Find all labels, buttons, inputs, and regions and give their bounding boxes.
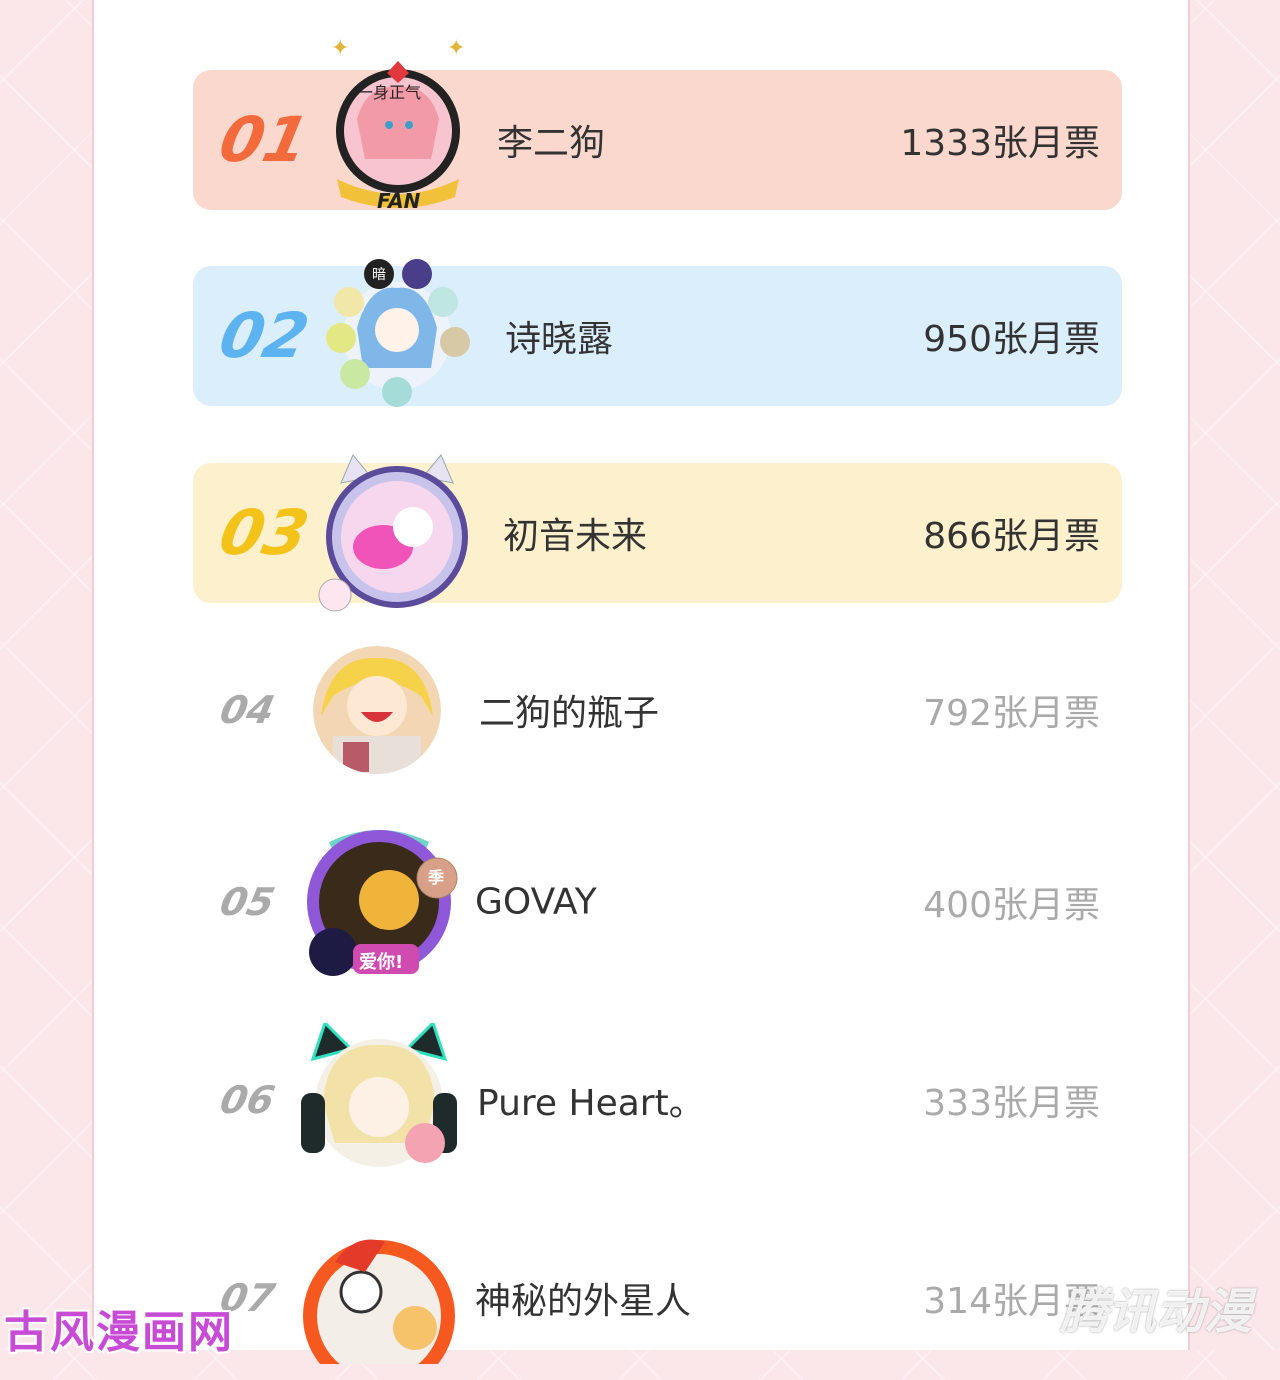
rank-number: 05	[216, 880, 279, 924]
ranking-row-1[interactable]: 01 一身正气 FAN ✦ ✦ 李二狗 1333张月票	[193, 36, 1122, 213]
user-name[interactable]: 李二狗	[497, 114, 605, 166]
user-name[interactable]: 二狗的瓶子	[479, 684, 659, 736]
rank-number: 01	[213, 103, 316, 176]
avatar-badge-text: 暗	[372, 267, 386, 283]
user-avatar[interactable]	[313, 646, 441, 774]
sparkle-icon: ✦	[331, 36, 350, 61]
vote-count: 866张月票	[923, 516, 1100, 557]
vote-count: 333张月票	[923, 1083, 1100, 1124]
rank-number: 02	[213, 299, 316, 372]
headphone-cat-avatar-icon	[301, 1020, 457, 1167]
vote-count: 792张月票	[923, 693, 1100, 734]
user-name[interactable]: GOVAY	[475, 882, 597, 923]
ranking-row-3[interactable]: 03 初音未来 866张月票	[193, 454, 1122, 612]
user-name[interactable]: 诗晓露	[505, 310, 613, 362]
cat-ear-frame-avatar-icon	[318, 454, 468, 612]
ranking-row-4[interactable]: 04 二狗的瓶子 792张月票	[193, 630, 1122, 790]
vote-count: 1333张月票	[900, 123, 1100, 164]
user-avatar[interactable]	[317, 453, 477, 613]
user-avatar[interactable]	[295, 1216, 463, 1380]
rank-number: 06	[216, 1078, 279, 1122]
user-name[interactable]: Pure Heart。	[477, 1074, 705, 1126]
user-avatar[interactable]: 暗	[319, 258, 475, 414]
coin-ring-avatar-icon	[326, 259, 470, 407]
site-watermark-right: 腾讯动漫	[1060, 1284, 1253, 1340]
sparkle-icon: ✦	[447, 36, 466, 61]
ranking-row-7[interactable]: 07 神秘的外星人 314张月票	[193, 1216, 1122, 1380]
fan-label: FAN	[377, 189, 421, 213]
ranking-row-2[interactable]: 02 暗 诗晓露 950张月票	[193, 259, 1122, 407]
avatar-badge-text: 一身正气	[357, 83, 422, 102]
user-name[interactable]: 神秘的外星人	[475, 1272, 691, 1324]
ranking-row-6[interactable]: 06 Pure Heart。 333张月票	[193, 1020, 1122, 1180]
medal-badge-text: 季	[428, 868, 445, 887]
user-avatar[interactable]: 一身正气 FAN	[327, 61, 469, 213]
rank-number: 03	[213, 496, 316, 569]
love-label: 爱你!	[359, 952, 404, 973]
sailor-girl-avatar-icon	[313, 646, 441, 774]
vote-count: 400张月票	[923, 885, 1100, 926]
site-watermark-left: 古风漫画网	[4, 1307, 234, 1358]
user-avatar[interactable]: 季 爱你!	[299, 822, 459, 982]
user-avatar[interactable]	[297, 1020, 461, 1177]
dragon-frame-avatar-icon	[303, 1239, 455, 1380]
vote-count: 950张月票	[923, 319, 1100, 360]
rank-number: 04	[216, 688, 279, 732]
user-name[interactable]: 初音未来	[503, 507, 647, 559]
ranking-row-5[interactable]: 05 季 爱你! GOVAY 400张月票	[193, 822, 1122, 982]
